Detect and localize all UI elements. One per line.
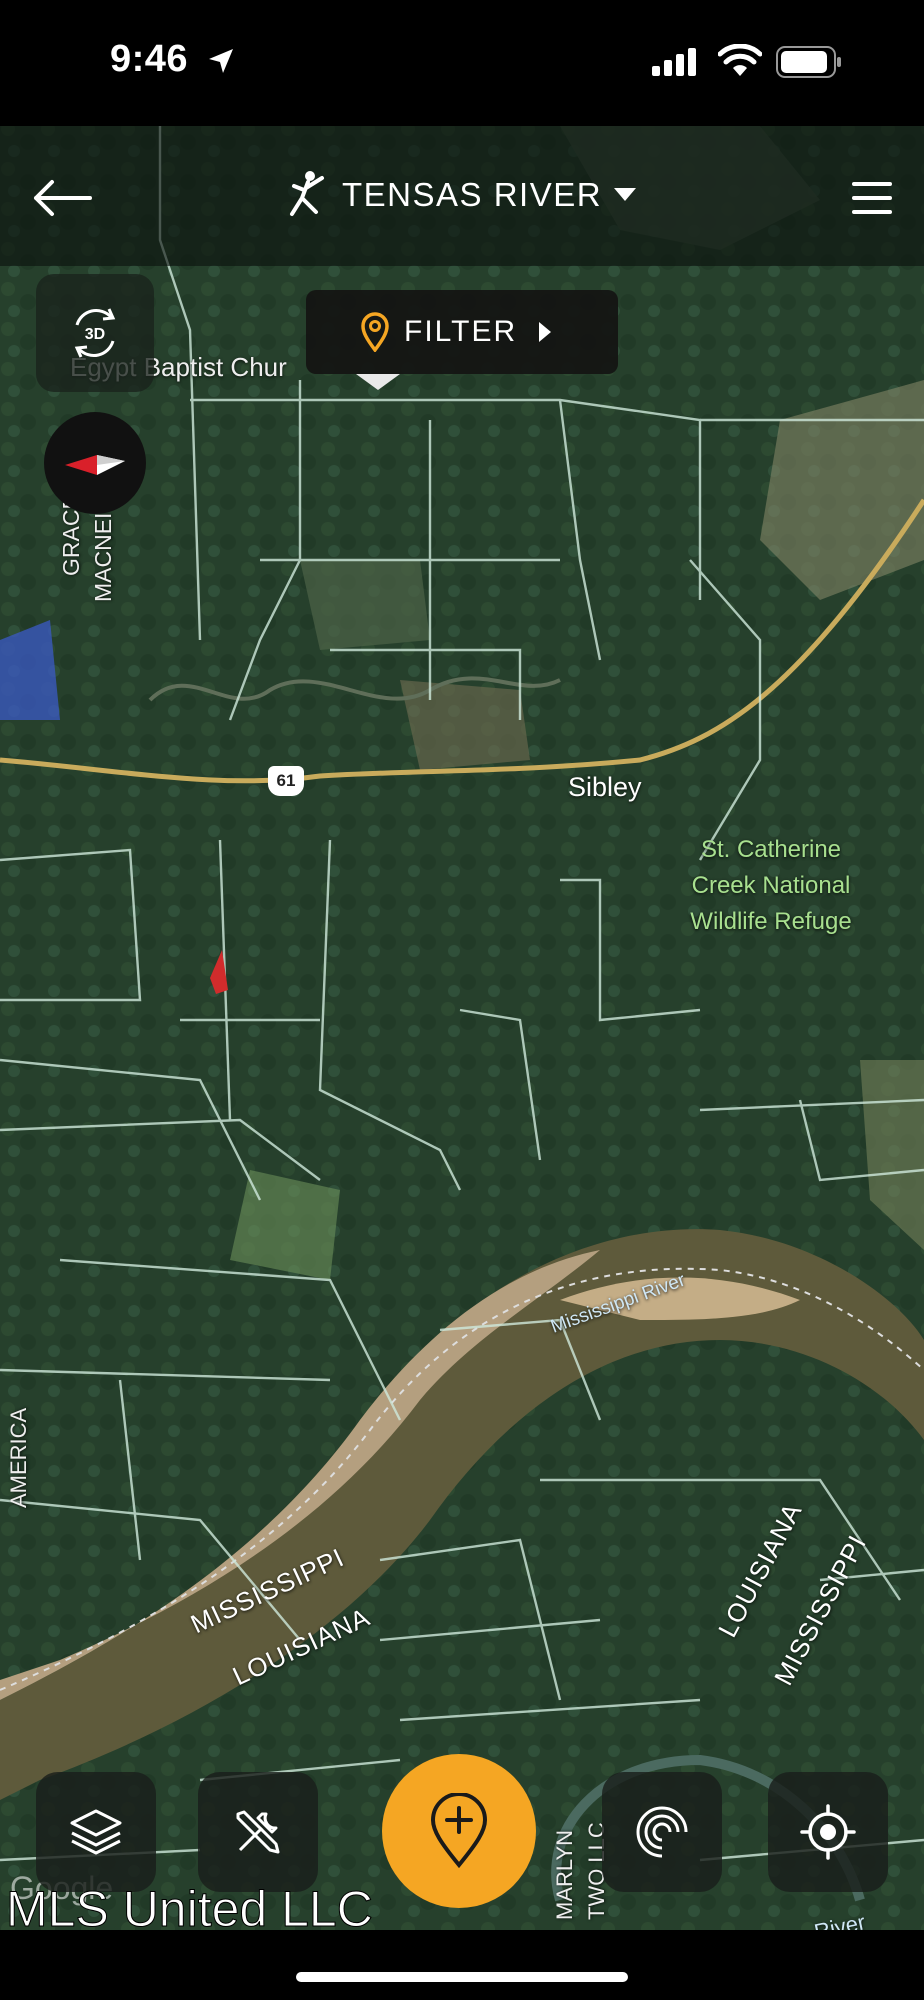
- cellular-signal-icon: [652, 48, 696, 76]
- range-rings-button[interactable]: [602, 1772, 722, 1892]
- owner-label-marlyn: MARLYN: [552, 1829, 577, 1920]
- status-bar: 9:46: [0, 0, 924, 126]
- home-bar-area: [0, 1930, 924, 2000]
- property-title: TENSAS RIVER: [342, 176, 603, 213]
- hunter-logo-icon: [290, 171, 324, 216]
- app-header: TENSAS RIVER: [0, 126, 924, 266]
- highway-shield: 61: [268, 766, 304, 796]
- tools-icon: [236, 1810, 280, 1854]
- range-rings-icon: [636, 1806, 688, 1858]
- battery-icon: [776, 46, 841, 78]
- filter-label: FILTER: [404, 315, 518, 348]
- layers-icon: [70, 1809, 122, 1855]
- street-label-macnei: MACNEI: [90, 512, 116, 602]
- filter-button[interactable]: FILTER: [306, 290, 618, 374]
- home-indicator[interactable]: [296, 1972, 628, 1982]
- 3d-view-button[interactable]: 3D: [36, 274, 154, 392]
- locate-me-button[interactable]: [768, 1772, 888, 1892]
- locate-icon: [800, 1804, 856, 1860]
- add-pin-icon: [430, 1793, 488, 1869]
- add-pin-button[interactable]: [382, 1754, 536, 1908]
- satellite-map[interactable]: Egypt Baptist Chur GRACE M MACNEI 61 Sib…: [0, 126, 924, 1930]
- status-time: 9:46: [110, 38, 189, 80]
- property-selector[interactable]: TENSAS RIVER: [286, 168, 637, 222]
- back-arrow-icon[interactable]: [30, 176, 92, 220]
- town-label-sibley: Sibley: [568, 772, 642, 802]
- 3d-label: 3D: [85, 326, 105, 343]
- refuge-label: St. Catherine Creek National Wildlife Re…: [690, 836, 852, 935]
- map-pin-icon: [361, 312, 389, 352]
- filter-pointer: [356, 374, 400, 390]
- location-arrow-icon: [209, 49, 233, 73]
- layers-button[interactable]: [36, 1772, 156, 1892]
- owner-label-america: AMERICA: [6, 1407, 31, 1508]
- caret-right-icon: [539, 322, 552, 342]
- listing-watermark: MLS United LLC: [6, 1881, 374, 1938]
- caret-down-icon: [614, 188, 637, 201]
- hamburger-menu-icon[interactable]: [850, 178, 894, 218]
- 3d-rotate-icon: 3D: [74, 308, 116, 358]
- tools-button[interactable]: [198, 1772, 318, 1892]
- compass-button[interactable]: [44, 412, 146, 514]
- compass-icon: [65, 455, 125, 475]
- wifi-icon: [718, 44, 762, 76]
